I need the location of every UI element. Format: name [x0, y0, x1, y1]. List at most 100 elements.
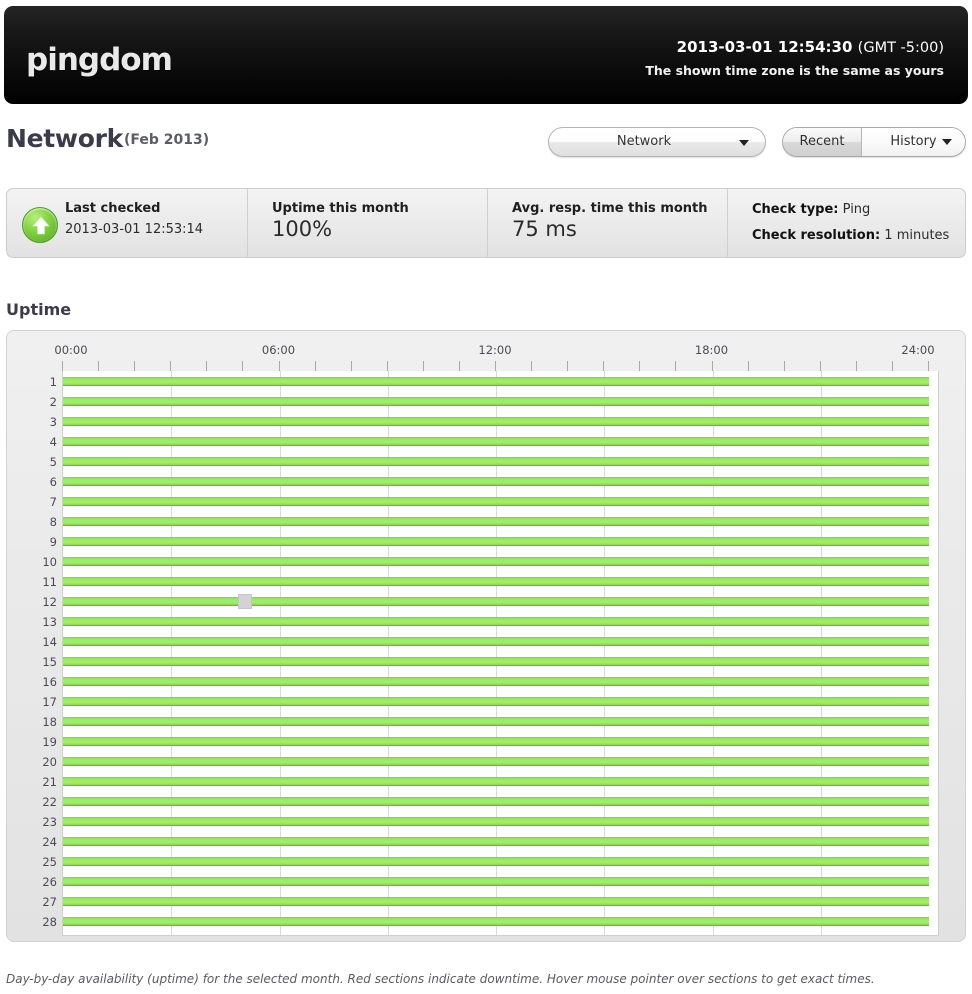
uptime-bar[interactable] — [63, 597, 929, 606]
day-label: 20 — [42, 755, 57, 769]
chart-gridline — [712, 371, 714, 935]
hover-highlight — [238, 594, 253, 609]
chart-gridline — [820, 371, 822, 935]
stat-avg-response-label: Avg. resp. time this month — [512, 201, 708, 216]
uptime-bar[interactable] — [63, 817, 929, 826]
stat-check-type: Check type: Ping — [752, 202, 965, 217]
day-label: 1 — [49, 375, 57, 389]
stat-check-resolution-value: 1 minutes — [884, 228, 950, 243]
uptime-bar[interactable] — [63, 917, 929, 926]
uptime-bar[interactable] — [63, 497, 929, 506]
pingdom-uptime-page: pingdom 2013-03-01 12:54:30 (GMT -5:00) … — [0, 0, 972, 994]
uptime-bar[interactable] — [63, 677, 929, 686]
uptime-bar[interactable] — [63, 857, 929, 866]
uptime-bar[interactable] — [63, 557, 929, 566]
uptime-bar[interactable] — [63, 577, 929, 586]
day-label: 25 — [42, 855, 57, 869]
day-label: 28 — [42, 915, 57, 929]
uptime-bar[interactable] — [63, 537, 929, 546]
x-axis-label: 06:00 — [261, 343, 296, 357]
uptime-bar[interactable] — [63, 657, 929, 666]
day-label: 21 — [42, 775, 57, 789]
uptime-bar[interactable] — [63, 617, 929, 626]
uptime-bar[interactable] — [63, 877, 929, 886]
tab-history-label: History — [890, 134, 937, 149]
day-label: 2 — [49, 395, 57, 409]
day-label: 16 — [42, 675, 57, 689]
x-axis-label: 24:00 — [901, 343, 935, 357]
day-label: 3 — [49, 415, 57, 429]
stat-last-checked-value: 2013-03-01 12:53:14 — [65, 222, 204, 237]
view-tab-group: Recent History — [782, 127, 966, 157]
day-label: 26 — [42, 875, 57, 889]
uptime-bar[interactable] — [63, 757, 929, 766]
uptime-bar[interactable] — [63, 397, 929, 406]
uptime-bar[interactable] — [63, 517, 929, 526]
status-up-arrow-icon — [22, 207, 58, 243]
pingdom-logo[interactable]: pingdom — [26, 42, 173, 78]
stat-uptime-label: Uptime this month — [272, 201, 409, 216]
stat-check-info: Check type: Ping Check resolution: 1 min… — [727, 189, 965, 257]
chart-caption: Day-by-day availability (uptime) for the… — [6, 972, 875, 986]
arrow-up-glyph — [32, 216, 50, 235]
stat-uptime-month: Uptime this month 100% — [247, 189, 487, 257]
uptime-bar[interactable] — [63, 777, 929, 786]
day-label: 4 — [49, 435, 57, 449]
day-label: 19 — [42, 735, 57, 749]
uptime-bar[interactable] — [63, 837, 929, 846]
chevron-down-icon — [739, 140, 749, 146]
uptime-plot-area[interactable] — [62, 371, 939, 936]
uptime-bar[interactable] — [63, 637, 929, 646]
day-label: 8 — [49, 515, 57, 529]
day-label: 13 — [42, 615, 57, 629]
uptime-bar[interactable] — [63, 377, 929, 386]
tab-recent[interactable]: Recent — [783, 128, 861, 156]
day-label: 18 — [42, 715, 57, 729]
summary-stats-bar: Last checked 2013-03-01 12:53:14 Uptime … — [6, 188, 966, 258]
stat-uptime-value: 100% — [272, 217, 333, 241]
x-axis-label: 12:00 — [478, 343, 512, 357]
uptime-section-heading: Uptime — [6, 300, 72, 319]
chart-gridline — [171, 371, 173, 935]
chevron-down-icon — [942, 139, 952, 145]
uptime-bar[interactable] — [63, 897, 929, 906]
stat-check-resolution: Check resolution: 1 minutes — [752, 228, 965, 243]
stat-check-type-label: Check type: — [752, 202, 839, 217]
chart-gridline — [387, 371, 389, 935]
day-label: 22 — [42, 795, 57, 809]
top-header-bar: pingdom 2013-03-01 12:54:30 (GMT -5:00) … — [4, 6, 968, 104]
uptime-bar[interactable] — [63, 717, 929, 726]
timezone-note: The shown time zone is the same as yours — [645, 63, 944, 78]
day-label: 15 — [42, 655, 57, 669]
day-label: 27 — [42, 895, 57, 909]
day-label: 12 — [42, 595, 57, 609]
uptime-bar[interactable] — [63, 697, 929, 706]
server-datetime: 2013-03-01 12:54:30 (GMT -5:00) — [677, 38, 944, 56]
uptime-bar[interactable] — [63, 417, 929, 426]
stat-avg-response-value: 75 ms — [512, 217, 577, 241]
x-axis-label: 18:00 — [694, 343, 729, 357]
chart-gridline — [279, 371, 281, 935]
server-datetime-value: 2013-03-01 12:54:30 — [676, 38, 853, 56]
chart-gridline — [496, 371, 497, 935]
chart-gridline — [604, 371, 606, 935]
chart-x-axis-labels: 00:00 06:00 12:00 18:00 24:00 — [7, 343, 965, 359]
day-label: 24 — [42, 835, 57, 849]
page-title-period: (Feb 2013) — [124, 132, 210, 148]
page-title: Network — [6, 124, 123, 153]
uptime-bar[interactable] — [63, 477, 929, 486]
day-label: 14 — [42, 635, 57, 649]
stat-check-resolution-label: Check resolution: — [752, 228, 881, 243]
uptime-bar[interactable] — [63, 737, 929, 746]
check-selector[interactable]: Network — [548, 127, 766, 157]
uptime-chart-panel: 00:00 06:00 12:00 18:00 24:00 1 2 3 4 5 6 7 8 9 10 11 1… — [6, 330, 966, 942]
stat-check-type-value: Ping — [842, 202, 871, 217]
day-label: 7 — [49, 495, 57, 509]
uptime-bar[interactable] — [63, 457, 929, 466]
day-label: 11 — [42, 575, 57, 589]
day-label: 9 — [49, 535, 57, 549]
uptime-bar[interactable] — [63, 797, 929, 806]
title-row: Network (Feb 2013) Network Recent Histor… — [0, 124, 972, 170]
tab-history[interactable]: History — [861, 128, 965, 156]
uptime-bar[interactable] — [63, 437, 929, 446]
